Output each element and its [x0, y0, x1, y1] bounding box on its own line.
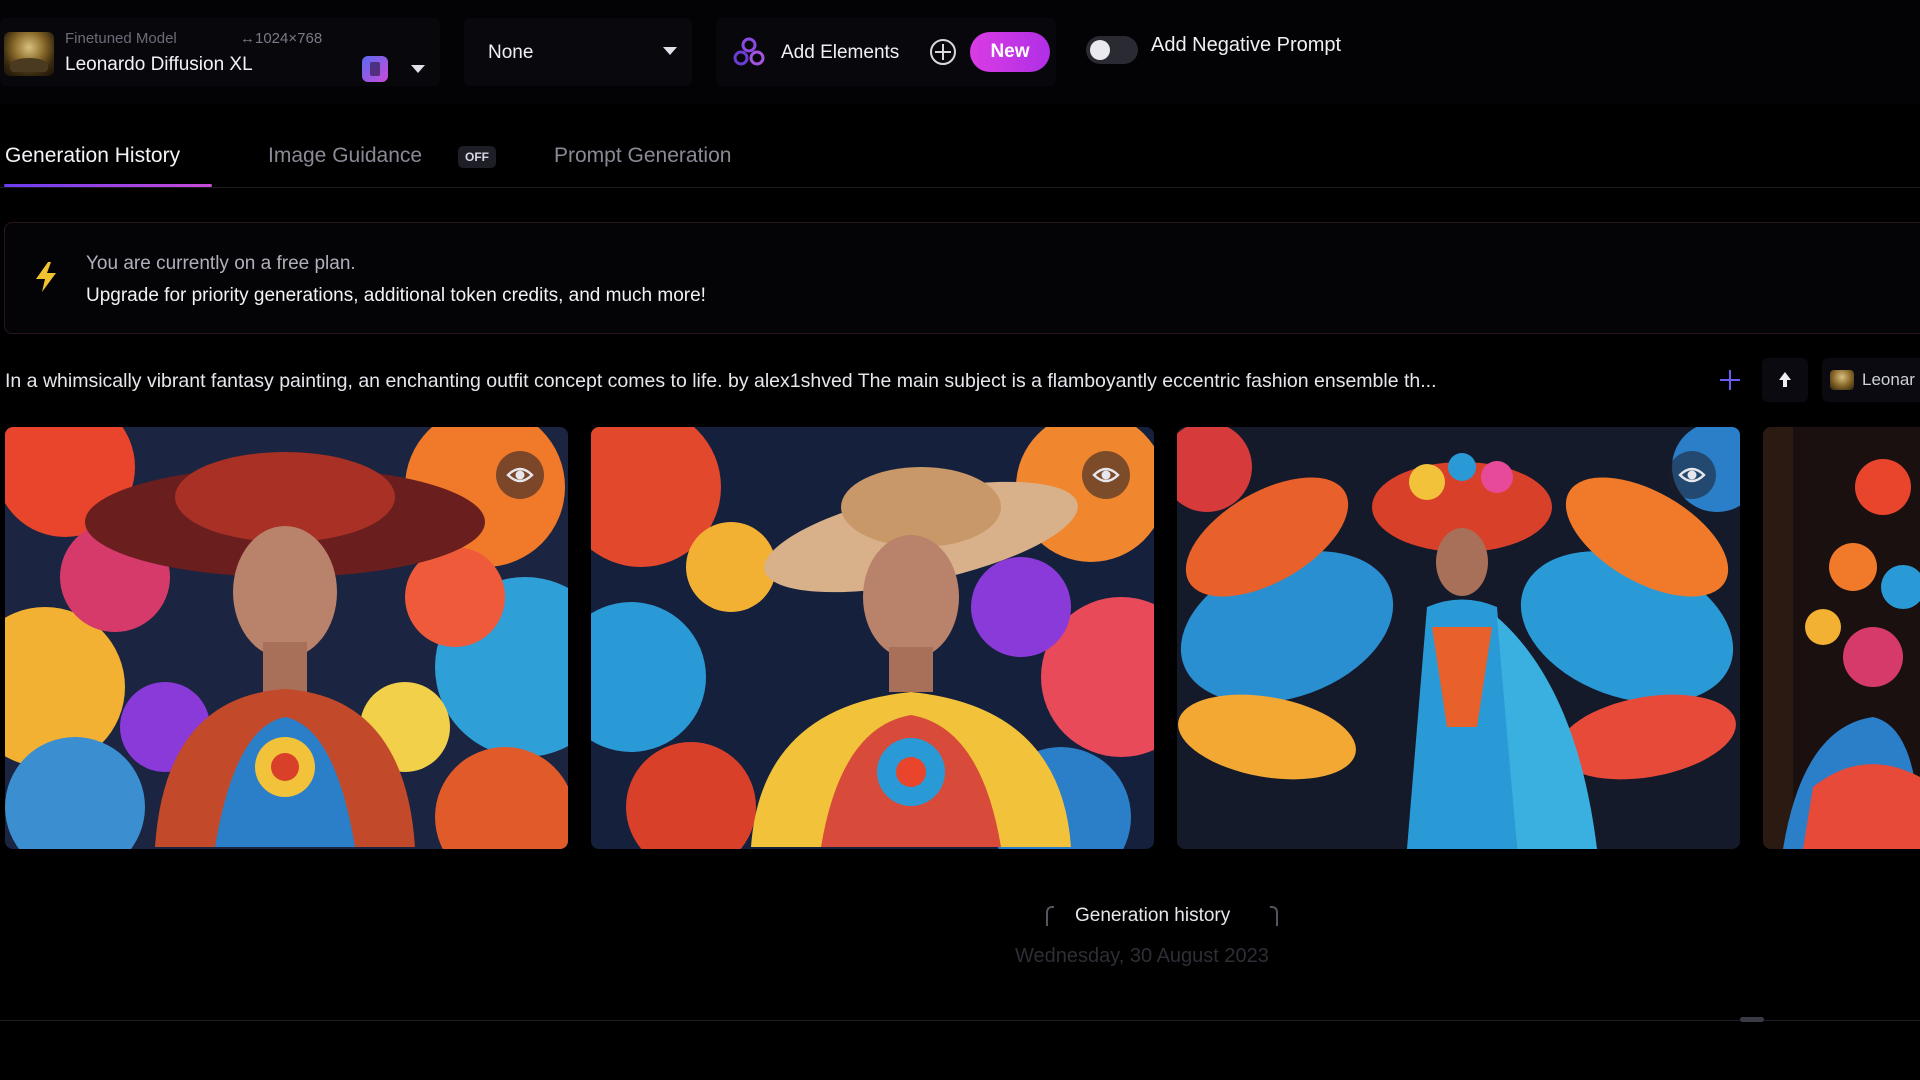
reuse-prompt-button[interactable] [1762, 358, 1808, 402]
generated-image-card[interactable] [1177, 427, 1740, 849]
view-image-button[interactable] [496, 451, 544, 499]
tab-image-guidance[interactable]: Image Guidance [268, 144, 422, 168]
view-image-button[interactable] [1082, 451, 1130, 499]
model-chip[interactable]: Leonar [1822, 358, 1920, 402]
model-resolution: ↔1024×768 [240, 30, 323, 47]
model-selector[interactable]: Finetuned Model ↔1024×768 Leonardo Diffu… [0, 18, 440, 86]
negative-prompt-toggle[interactable] [1086, 36, 1138, 64]
model-type-label: Finetuned Model [65, 30, 177, 47]
tab-generation-history[interactable]: Generation History [5, 144, 180, 168]
generated-image-card[interactable] [1763, 427, 1920, 849]
notice-upgrade-text[interactable]: Upgrade for priority generations, additi… [86, 285, 706, 307]
model-name: Leonardo Diffusion XL [65, 54, 253, 75]
negative-prompt-label[interactable]: Add Negative Prompt [1151, 34, 1341, 57]
generation-prompt-text: In a whimsically vibrant fantasy paintin… [5, 370, 1437, 392]
new-badge: New [970, 32, 1050, 72]
active-tab-indicator [4, 184, 212, 187]
history-date-label: Wednesday, 30 August 2023 [1015, 945, 1269, 967]
add-elements-label: Add Elements [781, 42, 900, 63]
generation-history-heading: Generation history [1075, 905, 1231, 926]
image-guidance-status-badge: OFF [458, 146, 496, 168]
model-thumbnail [4, 32, 54, 76]
arrow-up-icon [1779, 372, 1791, 387]
lightning-icon [36, 262, 56, 292]
eye-icon [506, 467, 534, 483]
add-circle-icon[interactable] [930, 39, 956, 65]
generated-image-card[interactable] [591, 427, 1154, 849]
add-elements-control[interactable]: Add Elements New [716, 18, 1056, 86]
divider-bracket-right [1270, 906, 1278, 926]
notice-plan-text: You are currently on a free plan. [86, 253, 356, 274]
chevron-down-icon[interactable] [411, 65, 425, 73]
generated-image [1177, 427, 1740, 849]
view-image-button[interactable] [1668, 451, 1716, 499]
top-toolbar: Finetuned Model ↔1024×768 Leonardo Diffu… [0, 0, 1920, 104]
style-dropdown[interactable]: None [464, 18, 692, 86]
chevron-down-icon [663, 47, 677, 55]
bottom-divider [0, 1020, 1920, 1021]
generated-image [591, 427, 1154, 849]
model-chip-label: Leonar [1862, 370, 1915, 389]
model-chip-thumbnail [1830, 370, 1854, 390]
style-dropdown-value: None [488, 42, 534, 63]
eye-icon [1678, 467, 1706, 483]
preset-style-icon[interactable] [362, 56, 388, 82]
eye-icon [1092, 467, 1120, 483]
tab-bar: Generation History Image Guidance OFF Pr… [0, 130, 1920, 188]
divider-bracket-left [1046, 906, 1054, 926]
horizontal-scrollbar-thumb[interactable] [1740, 1017, 1764, 1022]
free-plan-notice: You are currently on a free plan. Upgrad… [4, 222, 1920, 334]
generated-image [1763, 427, 1920, 849]
elements-icon [733, 37, 765, 66]
tab-prompt-generation[interactable]: Prompt Generation [554, 144, 731, 168]
generated-image-card[interactable] [5, 427, 568, 849]
add-prompt-button[interactable] [1718, 368, 1742, 392]
generated-image [5, 427, 568, 849]
